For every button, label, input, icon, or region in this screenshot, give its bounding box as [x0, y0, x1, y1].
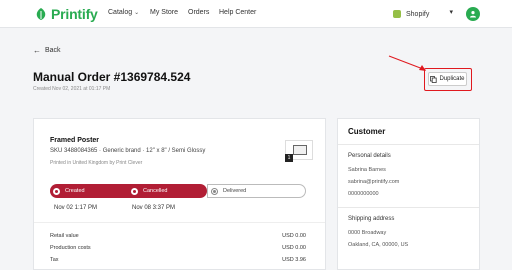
- product-name[interactable]: Framed Poster: [50, 137, 99, 144]
- nav-my-store-label: My Store: [150, 9, 179, 16]
- status-step-delivered: Delivered: [207, 184, 306, 198]
- check-icon: [53, 187, 60, 195]
- financial-label: Tax: [50, 257, 59, 263]
- shipping-address-line1: 0000 Broadway: [348, 230, 387, 236]
- customer-email[interactable]: sabrina@printify.com: [348, 179, 399, 185]
- chevron-down-icon: ⌄: [134, 10, 140, 16]
- duplicate-button[interactable]: Duplicate: [428, 72, 467, 86]
- user-avatar[interactable]: [466, 7, 480, 21]
- status-date-created: Nov 02 1:17 PM: [54, 205, 98, 211]
- divider: [338, 207, 479, 208]
- arrow-left-icon: ←: [33, 46, 41, 55]
- divider: [34, 222, 325, 223]
- product-sku: SKU 3488084365 · Generic brand · 12" x 8…: [50, 148, 206, 154]
- customer-name: Sabrina Barnes: [348, 167, 386, 173]
- duplicate-label: Duplicate: [439, 76, 465, 82]
- nav-catalog-label: Catalog: [108, 9, 133, 16]
- quantity-badge: 1: [285, 154, 293, 162]
- store-selector[interactable]: Shopify ▾: [393, 7, 459, 21]
- nav-my-store[interactable]: My Store: [150, 9, 178, 16]
- nav-orders-label: Orders: [188, 9, 210, 16]
- financial-label: Production costs: [50, 245, 91, 251]
- customer-card: Customer Personal details Sabrina Barnes…: [337, 118, 480, 270]
- shopify-icon: [393, 10, 401, 18]
- status-step-label: Created: [65, 188, 85, 194]
- page-title: Manual Order #1369784.524: [33, 70, 191, 84]
- shipping-address-line2: Oakland, CA, 00000, US: [348, 242, 409, 248]
- divider: [338, 144, 479, 145]
- financial-value: USD 0.00: [282, 245, 306, 251]
- store-name: Shopify: [406, 10, 430, 18]
- financial-value: USD 3.96: [282, 257, 306, 263]
- financial-label: Retail value: [50, 233, 79, 239]
- nav-help-center-label: Help Center: [219, 9, 257, 16]
- product-print-provider: Printed in United Kingdom by Print Cleve…: [50, 160, 143, 166]
- printify-logo[interactable]: Printify: [34, 6, 98, 22]
- printify-logo-icon: [36, 8, 46, 20]
- shipping-address-heading: Shipping address: [348, 216, 395, 222]
- financial-value: USD 0.00: [282, 233, 306, 239]
- back-label: Back: [45, 47, 61, 54]
- order-item-card: Framed Poster SKU 3488084365 · Generic b…: [33, 118, 326, 270]
- status-step-label: Delivered: [223, 188, 247, 194]
- personal-details-heading: Personal details: [348, 153, 391, 159]
- back-link[interactable]: ← Back: [33, 46, 61, 55]
- customer-phone: 0000000000: [348, 191, 379, 197]
- annotation-arrow: [388, 55, 426, 71]
- nav-catalog[interactable]: Catalog ⌄: [108, 9, 139, 16]
- pending-icon: [211, 187, 218, 195]
- nav-orders[interactable]: Orders: [188, 9, 209, 16]
- status-step-cancelled: Cancelled: [128, 184, 207, 198]
- duplicate-highlight: Duplicate: [424, 68, 472, 91]
- check-icon: [131, 187, 138, 195]
- financial-row: Retail value USD 0.00: [50, 233, 306, 239]
- copy-icon: [430, 75, 438, 83]
- customer-title: Customer: [348, 127, 386, 136]
- financial-row: Tax USD 3.96: [50, 257, 306, 263]
- status-step-label: Cancelled: [143, 188, 168, 194]
- nav-help-center[interactable]: Help Center: [219, 9, 256, 16]
- order-created-date: Created Nov 02, 2021 at 01:17 PM: [33, 86, 111, 92]
- framed-poster-image: [293, 145, 307, 155]
- caret-down-icon: ▾: [449, 9, 453, 16]
- financial-row: Production costs USD 0.00: [50, 245, 306, 251]
- order-status-progress: Created Cancelled Delivered: [50, 184, 306, 198]
- status-step-created: Created: [50, 184, 128, 198]
- top-navigation-bar: Printify Catalog ⌄ My Store Orders Help …: [0, 0, 512, 28]
- user-icon: [470, 11, 476, 18]
- status-date-cancelled: Nov 08 3:37 PM: [132, 205, 176, 211]
- logo-text: Printify: [51, 6, 98, 22]
